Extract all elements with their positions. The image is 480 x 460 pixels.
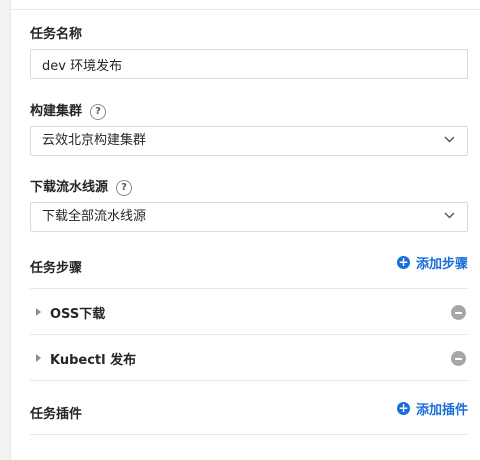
caret-right-icon[interactable] [36,308,41,316]
task-name-input[interactable] [30,49,468,79]
top-divider [11,9,480,10]
step-name: OSS下载 [50,307,106,322]
minus-circle-icon[interactable] [451,351,466,366]
add-step-button[interactable]: + 添加步骤 [396,253,468,272]
task-name-label: 任务名称 [30,27,83,42]
left-gutter [0,0,11,460]
plus-circle-icon: + [396,255,410,269]
divider [30,380,468,381]
plus-circle-icon: + [396,401,410,415]
add-step-label: 添加步骤 [415,257,468,272]
question-circle-icon[interactable]: ? [116,180,133,196]
add-plugin-label: 添加插件 [415,403,468,418]
cluster-label: 构建集群 [30,104,83,119]
step-item[interactable]: Kubectl 发布 [30,335,468,381]
plugins-section-title: 任务插件 [30,407,83,422]
step-item[interactable]: OSS下载 [30,289,468,335]
cluster-select[interactable]: 云效北京构建集群 [30,126,468,156]
source-label-row: 下载流水线源? [30,179,133,197]
caret-right-icon[interactable] [36,354,41,362]
add-plugin-button[interactable]: + 添加插件 [396,399,468,418]
steps-section-title: 任务步骤 [30,261,83,276]
question-circle-icon[interactable]: ? [90,104,107,120]
cluster-selected-value: 云效北京构建集群 [42,133,147,148]
divider [30,434,468,435]
source-selected-value: 下载全部流水线源 [42,209,147,224]
source-label: 下载流水线源 [30,180,109,195]
minus-circle-icon[interactable] [451,305,466,320]
chevron-down-icon [444,212,455,219]
cluster-label-row: 构建集群? [30,103,107,121]
chevron-down-icon [444,136,455,143]
source-select[interactable]: 下载全部流水线源 [30,202,468,232]
step-name: Kubectl 发布 [50,353,137,368]
